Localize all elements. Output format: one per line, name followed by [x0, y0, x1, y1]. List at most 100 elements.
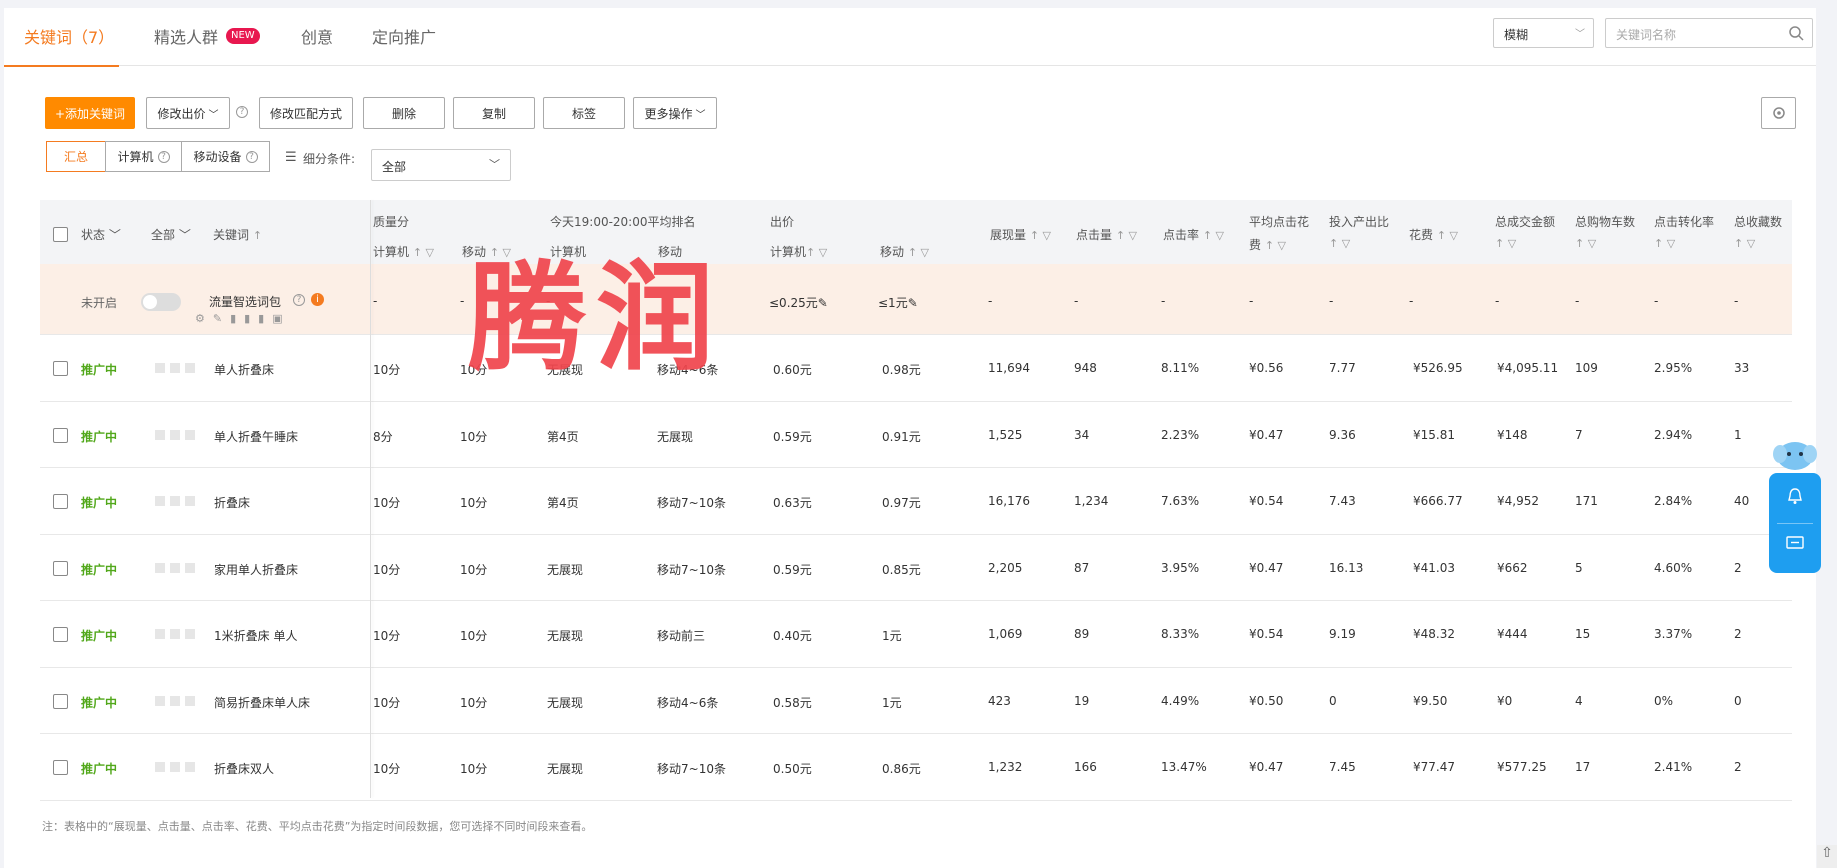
row-checkbox[interactable]	[53, 693, 68, 709]
row-action-placeholder[interactable]	[170, 629, 180, 639]
row-action-placeholder[interactable]	[170, 562, 180, 573]
header-bid-mobile[interactable]: 移动 ↑ ▽	[880, 243, 929, 260]
tab-targeting[interactable]: 定向推广	[372, 24, 436, 48]
search-icon[interactable]	[1788, 25, 1804, 41]
package-toggle[interactable]	[141, 293, 181, 311]
row-action-placeholder[interactable]	[170, 429, 180, 440]
chat-icon[interactable]	[1786, 536, 1804, 552]
tab-crowd[interactable]: 精选人群	[154, 24, 218, 48]
info-icon[interactable]: i	[311, 293, 324, 306]
package-name[interactable]: 流量智选词包	[209, 293, 281, 310]
add-keyword-button[interactable]: +添加关键词	[45, 97, 135, 129]
delete-button[interactable]: 删除	[363, 97, 445, 129]
row-checkbox[interactable]	[53, 627, 68, 642]
help-icon[interactable]: ?	[293, 294, 305, 306]
header-cart[interactable]: 总购物车数	[1575, 213, 1635, 230]
header-quality-pc[interactable]: 计算机 ↑ ▽	[373, 243, 434, 260]
row-action-placeholder[interactable]	[155, 695, 165, 706]
cell-keyword[interactable]: 折叠床双人	[214, 760, 274, 777]
segment-computer[interactable]: 计算机?	[105, 141, 182, 172]
header-status[interactable]: 状态 ﹀	[81, 226, 121, 243]
row-action-placeholder[interactable]	[155, 363, 165, 373]
cell-b-pc[interactable]: 0.50元	[773, 760, 812, 777]
cell-b-mobile[interactable]: 1元	[882, 694, 902, 711]
row-action-placeholder[interactable]	[155, 496, 165, 506]
cell-b-pc[interactable]: 0.59元	[773, 561, 812, 578]
row-action-placeholder[interactable]	[170, 496, 180, 506]
cell-keyword[interactable]: 家用单人折叠床	[214, 561, 298, 578]
row-action-placeholder[interactable]	[170, 762, 180, 772]
header-all[interactable]: 全部 ﹀	[151, 226, 191, 243]
match-mode-select[interactable]: 模糊 ﹀	[1493, 18, 1594, 48]
sort-filter-icon[interactable]: ↑ ▽	[1654, 236, 1675, 250]
row-checkbox[interactable]	[53, 494, 68, 509]
header-fav[interactable]: 总收藏数	[1734, 213, 1782, 230]
tab-creative[interactable]: 创意	[301, 24, 333, 48]
cell-keyword[interactable]: 简易折叠床单人床	[214, 694, 310, 711]
header-cvr[interactable]: 点击转化率	[1654, 213, 1714, 230]
row-action-placeholder[interactable]	[185, 429, 195, 440]
sort-filter-icon[interactable]: ↑ ▽	[1734, 236, 1755, 250]
package-bid-pc[interactable]: ≤0.25元✎	[769, 294, 828, 311]
package-bid-mobile[interactable]: ≤1元✎	[878, 294, 918, 311]
cell-b-mobile[interactable]: 0.86元	[882, 760, 921, 777]
cell-b-pc[interactable]: 0.63元	[773, 494, 812, 511]
filter-select[interactable]: 全部 ﹀	[371, 149, 511, 181]
row-checkbox[interactable]	[53, 560, 68, 576]
cell-b-pc[interactable]: 0.59元	[773, 428, 812, 445]
keyword-search-input[interactable]: 关键词名称	[1605, 18, 1813, 48]
row-checkbox[interactable]	[53, 361, 68, 376]
select-all-checkbox[interactable]	[53, 227, 68, 242]
header-ctr[interactable]: 点击率 ↑ ▽	[1163, 226, 1224, 243]
header-gmv[interactable]: 总成交金额	[1495, 213, 1555, 230]
header-bid-pc[interactable]: 计算机↑ ▽	[770, 243, 827, 260]
cell-b-mobile[interactable]: 0.91元	[882, 428, 921, 445]
tag-button[interactable]: 标签	[543, 97, 625, 129]
segment-summary[interactable]: 汇总	[46, 141, 106, 172]
row-action-placeholder[interactable]	[170, 363, 180, 373]
modify-match-button[interactable]: 修改匹配方式	[259, 97, 353, 129]
header-roi[interactable]: 投入产出比	[1329, 213, 1389, 230]
more-actions-button[interactable]: 更多操作 ﹀	[633, 97, 717, 129]
segment-mobile[interactable]: 移动设备?	[181, 141, 270, 172]
settings-button[interactable]	[1761, 97, 1796, 129]
modify-bid-button[interactable]: 修改出价 ﹀	[146, 97, 230, 129]
row-action-placeholder[interactable]	[185, 496, 195, 506]
row-action-placeholder[interactable]	[155, 762, 165, 772]
tab-keywords[interactable]: 关键词（7）	[24, 24, 114, 48]
header-avg-cpc[interactable]: 平均点击花	[1249, 213, 1309, 230]
cell-b-mobile[interactable]: 0.97元	[882, 494, 921, 511]
cell-b-pc[interactable]: 0.58元	[773, 694, 812, 711]
row-checkbox[interactable]	[53, 760, 68, 775]
sort-filter-icon[interactable]: ↑ ▽	[1329, 236, 1350, 250]
cell-keyword[interactable]: 单人折叠午睡床	[214, 428, 298, 445]
cell-b-mobile[interactable]: 0.85元	[882, 561, 921, 578]
row-action-placeholder[interactable]	[185, 629, 195, 639]
row-action-placeholder[interactable]	[170, 695, 180, 706]
cell-keyword[interactable]: 1米折叠床 单人	[214, 627, 297, 644]
help-icon[interactable]: ?	[236, 106, 248, 118]
row-action-placeholder[interactable]	[185, 363, 195, 373]
row-action-placeholder[interactable]	[185, 562, 195, 573]
sort-filter-icon[interactable]: ↑ ▽	[1575, 236, 1596, 250]
row-checkbox[interactable]	[53, 427, 68, 443]
elephant-mascot-icon[interactable]	[1772, 436, 1818, 476]
row-action-placeholder[interactable]	[155, 562, 165, 573]
cell-b-pc[interactable]: 0.40元	[773, 627, 812, 644]
cell-b-mobile[interactable]: 0.98元	[882, 361, 921, 378]
header-clicks[interactable]: 点击量 ↑ ▽	[1076, 226, 1137, 243]
header-avg-cpc-2[interactable]: 费 ↑ ▽	[1249, 236, 1286, 253]
row-action-placeholder[interactable]	[155, 429, 165, 440]
header-spend[interactable]: 花费 ↑ ▽	[1409, 226, 1458, 243]
row-action-placeholder[interactable]	[185, 762, 195, 772]
cell-keyword[interactable]: 单人折叠床	[214, 361, 274, 378]
package-action-icons[interactable]: ⚙✎▮▮▮▣	[195, 312, 291, 325]
row-action-placeholder[interactable]	[185, 695, 195, 706]
cell-b-pc[interactable]: 0.60元	[773, 361, 812, 378]
header-impressions[interactable]: 展现量 ↑ ▽	[990, 226, 1051, 243]
sort-filter-icon[interactable]: ↑ ▽	[1495, 236, 1516, 250]
cell-b-mobile[interactable]: 1元	[882, 627, 902, 644]
row-action-placeholder[interactable]	[155, 629, 165, 639]
cell-keyword[interactable]: 折叠床	[214, 494, 250, 511]
scroll-to-top-icon[interactable]: ⇧	[1817, 845, 1837, 868]
